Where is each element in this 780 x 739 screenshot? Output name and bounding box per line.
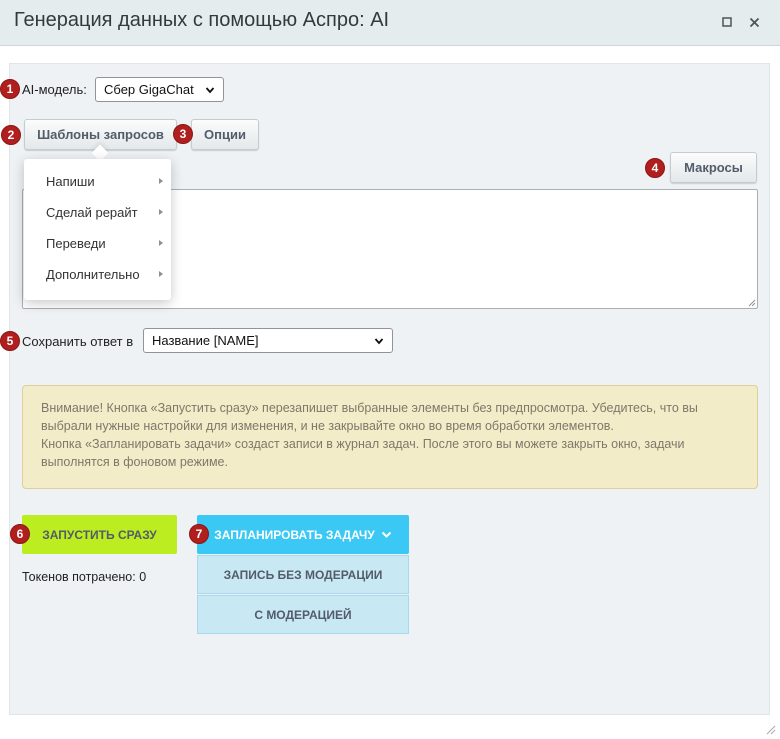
step-badge-2: 2 [1,125,21,145]
menu-item-label: Переведи [46,236,106,251]
model-select[interactable]: Сбер GigaChat [95,77,224,102]
step-badge-5: 5 [0,331,20,351]
templates-menu: Напиши Сделай рерайт Переведи Дополнител… [24,159,171,300]
maximize-icon[interactable] [719,14,735,30]
resize-grip-icon[interactable] [747,298,756,307]
model-select-value: Сбер GigaChat [104,82,194,97]
submenu-arrow-icon [159,271,163,277]
save-to-select[interactable]: Название [NAME] [143,328,393,353]
schedule-task-button[interactable]: ЗАПЛАНИРОВАТЬ ЗАДАЧУ [197,515,409,554]
chevron-down-icon [205,86,215,93]
menu-item-label: Напиши [46,174,95,189]
step-badge-6: 6 [10,524,30,544]
model-label: AI-модель: [22,82,87,97]
warning-notice: Внимание! Кнопка «Запустить сразу» перез… [22,385,758,489]
menu-item-rewrite[interactable]: Сделай рерайт [24,197,171,228]
close-icon[interactable] [746,14,762,30]
chevron-down-icon [374,337,384,344]
tokens-spent: Токенов потрачено: 0 [22,570,147,584]
run-now-button[interactable]: ЗАПУСТИТЬ СРАЗУ [22,515,177,554]
save-to-label: Сохранить ответ в [22,334,134,349]
menu-item-write[interactable]: Напиши [24,166,171,197]
menu-item-label: Сделай рерайт [46,205,138,220]
step-badge-4: 4 [645,158,665,178]
submenu-arrow-icon [159,240,163,246]
tab-options[interactable]: Опции [191,119,259,150]
macros-button[interactable]: Макросы [670,152,757,183]
step-badge-3: 3 [173,124,193,144]
window-title: Генерация данных с помощью Аспро: AI [14,9,390,31]
window-resize-grip-icon[interactable] [764,723,776,735]
menu-item-translate[interactable]: Переведи [24,228,171,259]
schedule-with-moderation-option[interactable]: С МОДЕРАЦИЕЙ [197,595,409,634]
window-titlebar: Генерация данных с помощью Аспро: AI [0,0,780,46]
warning-text-schedule: Кнопка «Запланировать задачи» создаст за… [41,437,685,469]
step-badge-7: 7 [189,524,209,544]
chevron-down-icon [381,531,391,538]
menu-item-label: Дополнительно [46,267,140,282]
save-to-select-value: Название [NAME] [152,333,259,348]
schedule-no-moderation-option[interactable]: ЗАПИСЬ БЕЗ МОДЕРАЦИИ [197,555,409,594]
warning-text-run-now: Внимание! Кнопка «Запустить сразу» перез… [41,401,698,433]
step-badge-1: 1 [0,79,20,99]
submenu-arrow-icon [159,178,163,184]
submenu-arrow-icon [159,209,163,215]
menu-item-additional[interactable]: Дополнительно [24,259,171,290]
schedule-task-label: ЗАПЛАНИРОВАТЬ ЗАДАЧУ [214,527,375,542]
